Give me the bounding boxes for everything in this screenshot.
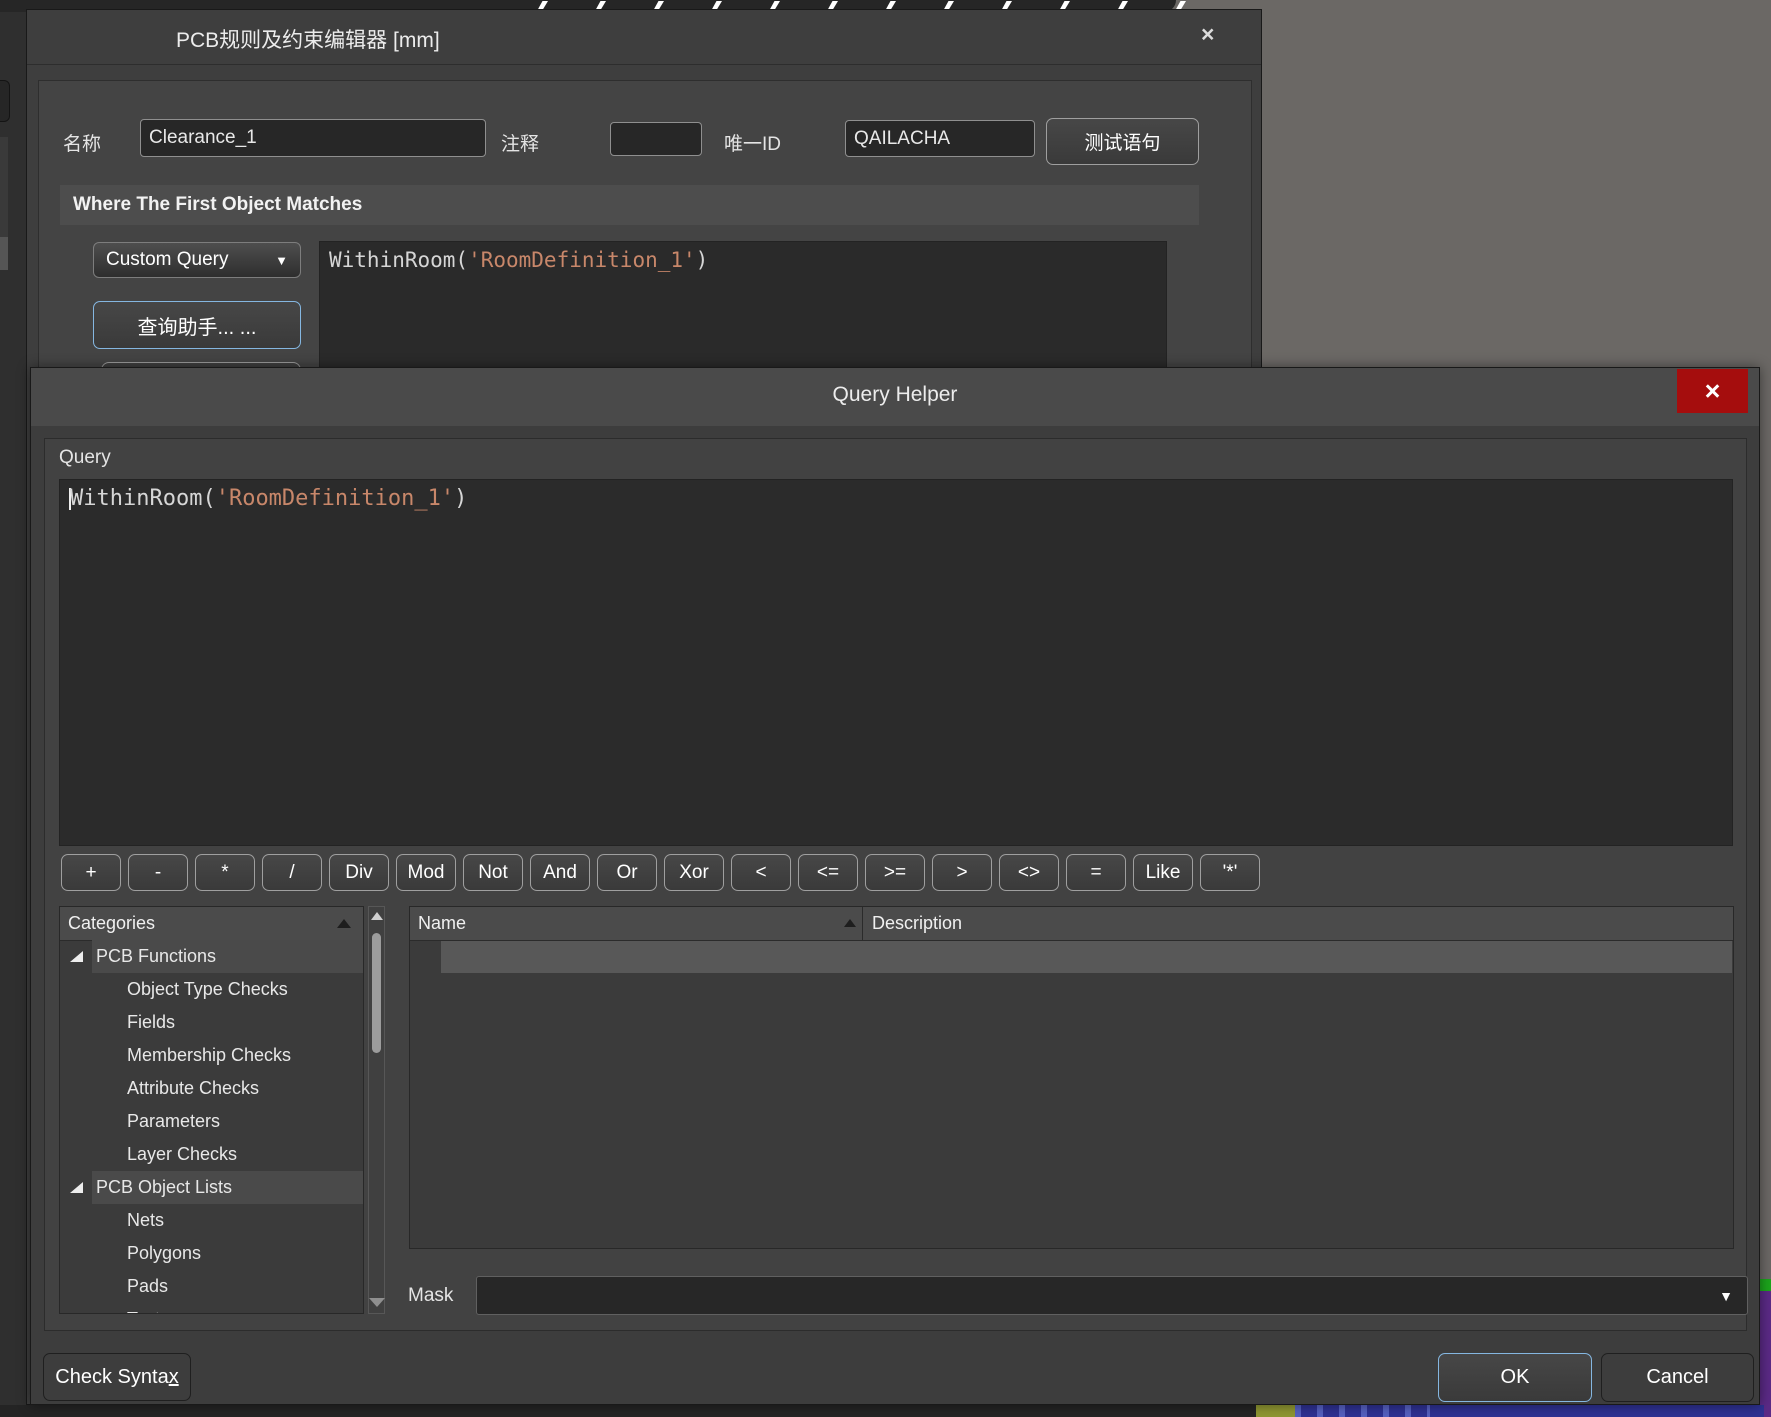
test-queries-button[interactable]: 测试语句 [1046, 118, 1199, 165]
rule-query-preview[interactable]: WithinRoom('RoomDefinition_1') [319, 241, 1167, 381]
mask-combo[interactable]: ▼ [476, 1276, 1748, 1315]
category-pcb-functions[interactable]: PCB Functions [60, 940, 363, 973]
operator-multiply-button[interactable]: * [195, 854, 255, 891]
operator-ne-button[interactable]: <> [999, 854, 1059, 891]
operator-ge-button[interactable]: >= [865, 854, 925, 891]
category-fields[interactable]: Fields [60, 1006, 363, 1039]
query-editor-text: WithinRoom('RoomDefinition_1') [60, 480, 1732, 517]
rule-name-input[interactable] [140, 119, 486, 157]
check-syntax-button[interactable]: Check Syntax [43, 1353, 191, 1401]
close-icon[interactable]: × [1201, 23, 1214, 46]
close-button[interactable]: × [1677, 369, 1748, 413]
operator-gt-button[interactable]: > [932, 854, 992, 891]
categories-panel: Categories PCB Functions Object Type Che… [59, 906, 364, 1314]
scroll-down-icon[interactable] [369, 1298, 385, 1307]
pcb-dialog-title: PCB规则及约束编辑器 [mm] [176, 24, 440, 54]
category-text-clipped[interactable]: Text [60, 1303, 363, 1314]
first-object-section-header: Where The First Object Matches [60, 185, 1199, 225]
operator-and-button[interactable]: And [530, 854, 590, 891]
query-label: Query [59, 447, 111, 469]
comment-label: 注释 [501, 129, 539, 156]
operator-or-button[interactable]: Or [597, 854, 657, 891]
operator-div-button[interactable]: Div [329, 854, 389, 891]
chevron-down-icon: ▼ [275, 253, 288, 268]
category-parameters[interactable]: Parameters [60, 1105, 363, 1138]
layer-tab-olive [1256, 1405, 1295, 1417]
functions-list-panel: Name Description [409, 906, 1734, 1249]
name-label: 名称 [63, 129, 101, 156]
operator-wildcard-button[interactable]: '*' [1200, 854, 1260, 891]
name-column-header[interactable]: Name [418, 913, 466, 934]
query-editor[interactable]: WithinRoom('RoomDefinition_1') [59, 479, 1733, 846]
operator-not-button[interactable]: Not [463, 854, 523, 891]
scroll-up-icon[interactable] [371, 912, 383, 920]
query-helper-titlebar[interactable]: Query Helper × [31, 368, 1759, 426]
operator-mod-button[interactable]: Mod [396, 854, 456, 891]
screen: PCB规则及约束编辑器 [mm] × 名称 注释 唯一ID 测试语句 Where… [0, 0, 1771, 1417]
mask-label: Mask [408, 1285, 453, 1307]
column-divider[interactable] [862, 907, 863, 940]
workspace-green-sliver [1760, 1279, 1771, 1291]
bottom-status-sliver [0, 1405, 1771, 1417]
operator-button-row: + - * / Div Mod Not And Or Xor < <= >= >… [61, 854, 1260, 891]
tree-expanded-icon[interactable] [70, 1182, 83, 1193]
layer-tab-purple [1764, 1405, 1771, 1417]
close-icon: × [1705, 378, 1721, 405]
category-layer-checks[interactable]: Layer Checks [60, 1138, 363, 1171]
operator-like-button[interactable]: Like [1133, 854, 1193, 891]
category-pads[interactable]: Pads [60, 1270, 363, 1303]
functions-list-header: Name Description [410, 907, 1733, 941]
query-helper-dialog: Query Helper × Query WithinRoom('RoomDef… [30, 367, 1760, 1405]
categories-scrollbar[interactable] [368, 906, 385, 1314]
chevron-down-icon: ▼ [1719, 1288, 1733, 1304]
categories-header-label: Categories [68, 913, 155, 934]
clipped-side-tab [0, 80, 10, 122]
scrollbar-thumb[interactable] [372, 933, 381, 1053]
workspace-purple-sliver [1760, 1291, 1771, 1417]
scope-mode-value: Custom Query [106, 249, 228, 271]
category-membership-checks[interactable]: Membership Checks [60, 1039, 363, 1072]
description-column-header[interactable]: Description [872, 913, 962, 934]
category-attribute-checks[interactable]: Attribute Checks [60, 1072, 363, 1105]
operator-lt-button[interactable]: < [731, 854, 791, 891]
query-helper-title: Query Helper [31, 383, 1759, 407]
operator-plus-button[interactable]: + [61, 854, 121, 891]
query-helper-button[interactable]: 查询助手... ... [93, 301, 301, 349]
pcb-dialog-titlebar[interactable]: PCB规则及约束编辑器 [mm] × [27, 10, 1261, 65]
comment-input[interactable] [610, 122, 702, 156]
operator-minus-button[interactable]: - [128, 854, 188, 891]
ok-button[interactable]: OK [1438, 1353, 1592, 1402]
sort-ascending-icon [337, 919, 351, 928]
layer-tab-blue-dashes [1295, 1405, 1430, 1417]
rule-query-preview-text: WithinRoom('RoomDefinition_1') [320, 242, 1166, 278]
operator-divide-button[interactable]: / [262, 854, 322, 891]
cancel-button[interactable]: Cancel [1601, 1353, 1754, 1402]
selected-empty-row[interactable] [441, 941, 1732, 973]
operator-le-button[interactable]: <= [798, 854, 858, 891]
category-polygons[interactable]: Polygons [60, 1237, 363, 1270]
sort-ascending-icon [844, 919, 856, 927]
category-object-type-checks[interactable]: Object Type Checks [60, 973, 363, 1006]
unique-id-input[interactable] [845, 120, 1035, 157]
first-object-section-title: Where The First Object Matches [73, 194, 362, 216]
tree-expanded-icon[interactable] [70, 951, 83, 962]
operator-xor-button[interactable]: Xor [664, 854, 724, 891]
operator-eq-button[interactable]: = [1066, 854, 1126, 891]
scope-mode-combo[interactable]: Custom Query ▼ [93, 242, 301, 278]
category-pcb-object-lists[interactable]: PCB Object Lists [60, 1171, 363, 1204]
clipped-side-panel-highlight [0, 237, 8, 270]
categories-header[interactable]: Categories [60, 907, 363, 941]
category-nets[interactable]: Nets [60, 1204, 363, 1237]
unique-id-label: 唯一ID [724, 129, 781, 156]
